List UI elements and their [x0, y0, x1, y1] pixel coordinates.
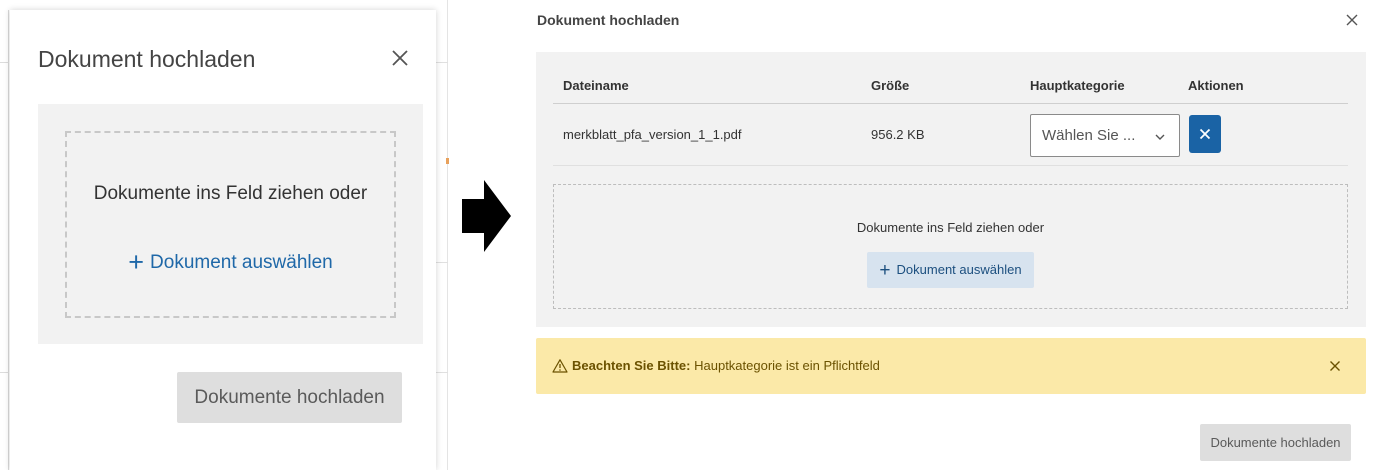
file-dropzone[interactable]: Dokumente ins Feld ziehen oder + Dokument… — [553, 184, 1348, 309]
category-select-placeholder: Wählen Sie ... — [1042, 127, 1136, 144]
background-divider — [436, 262, 448, 263]
plus-icon: + — [879, 260, 891, 281]
table-row-divider — [553, 165, 1348, 166]
background-divider — [436, 372, 448, 373]
background-divider — [0, 372, 9, 373]
choose-document-label: Dokument auswählen — [896, 262, 1022, 277]
remove-file-button[interactable] — [1189, 115, 1221, 153]
column-header-category: Hauptkategorie — [1030, 78, 1125, 93]
dropzone-panel: Dokumente ins Feld ziehen oder + Dokument… — [38, 104, 423, 344]
close-icon — [1199, 128, 1211, 140]
alert-text: Beachten Sie Bitte: Hauptkategorie ist e… — [572, 358, 880, 373]
background-divider — [8, 10, 9, 470]
column-header-filename: Dateiname — [563, 78, 629, 93]
background-divider — [447, 0, 448, 470]
file-dropzone[interactable]: Dokumente ins Feld ziehen oder + Dokument… — [65, 131, 396, 318]
alert-message: Hauptkategorie ist ein Pflichtfeld — [694, 358, 880, 373]
close-icon[interactable] — [388, 46, 412, 70]
upload-documents-button[interactable]: Dokumente hochladen — [177, 372, 402, 423]
choose-document-link[interactable]: + Dokument auswählen — [67, 247, 394, 278]
dialog-title: Dokument hochladen — [537, 12, 680, 28]
table-header-divider — [553, 103, 1348, 104]
background-divider — [0, 62, 9, 63]
upload-documents-button[interactable]: Dokumente hochladen — [1200, 424, 1351, 461]
column-header-actions: Aktionen — [1188, 78, 1244, 93]
warning-icon — [552, 359, 568, 373]
validation-alert: Beachten Sie Bitte: Hauptkategorie ist e… — [536, 338, 1366, 394]
close-icon[interactable] — [1328, 359, 1342, 373]
plus-icon: + — [128, 247, 145, 277]
background-accent — [446, 158, 449, 164]
dropzone-text: Dokumente ins Feld ziehen oder — [856, 220, 1045, 235]
upload-dialog-initial: Dokument hochladen Dokumente ins Feld zi… — [10, 10, 436, 470]
choose-document-button[interactable]: + Dokument auswählen — [867, 252, 1034, 288]
dropzone-text: Dokumente ins Feld ziehen oder — [93, 183, 368, 204]
category-select[interactable]: Wählen Sie ... — [1030, 114, 1180, 157]
column-header-size: Größe — [871, 78, 910, 93]
choose-document-label: Dokument auswählen — [150, 252, 333, 273]
file-size: 956.2 KB — [871, 127, 925, 142]
arrow-right-icon — [462, 180, 512, 257]
file-name: merkblatt_pfa_version_1_1.pdf — [563, 127, 742, 142]
upload-panel: Dateiname Größe Hauptkategorie Aktionen … — [536, 52, 1366, 327]
background-divider — [436, 62, 448, 63]
chevron-down-icon — [1155, 134, 1165, 140]
dialog-title: Dokument hochladen — [38, 46, 256, 72]
alert-label: Beachten Sie Bitte: — [572, 358, 691, 373]
close-icon[interactable] — [1344, 12, 1360, 28]
